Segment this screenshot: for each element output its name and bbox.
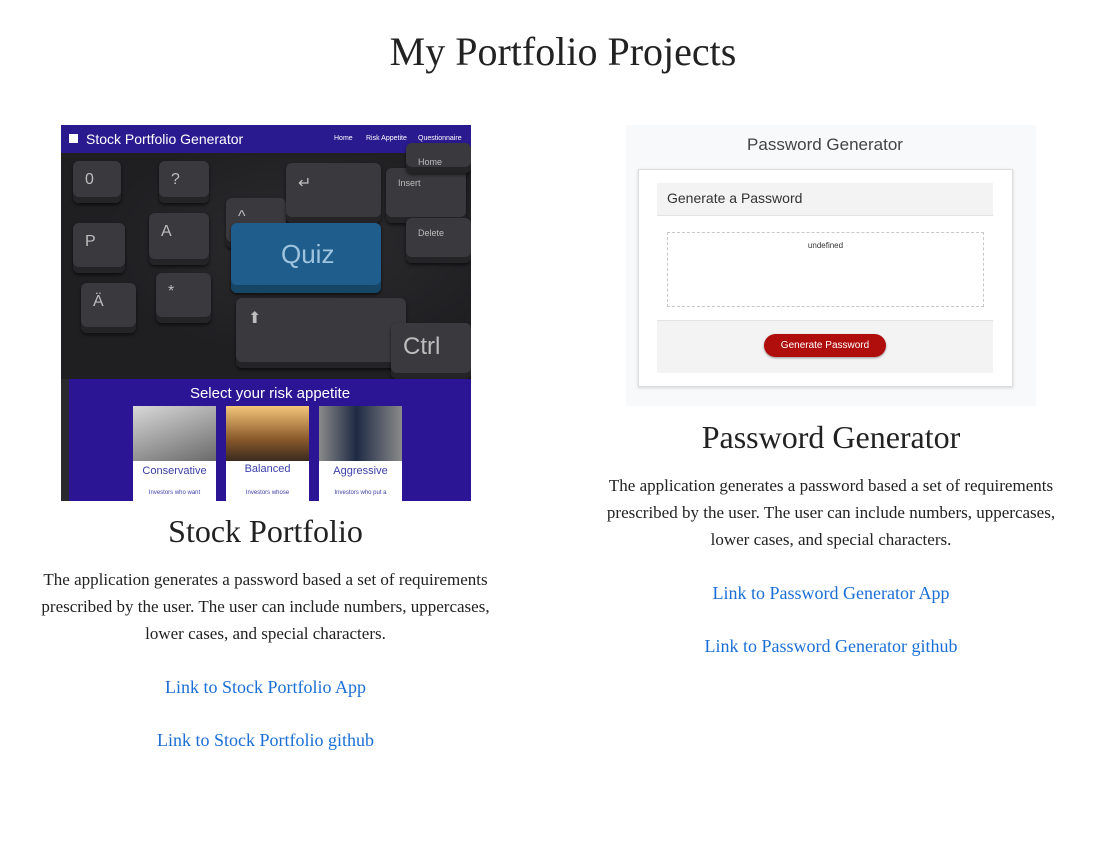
key: 0 bbox=[73, 161, 121, 203]
key: P bbox=[73, 223, 125, 273]
key: Delete bbox=[406, 218, 471, 263]
risk-card-balanced: Balanced Investors whose bbox=[226, 406, 309, 501]
generate-password-button: Generate Password bbox=[764, 334, 886, 357]
key: Insert bbox=[386, 168, 466, 223]
project-title: Password Generator bbox=[701, 419, 961, 455]
pw-card-footer: Generate Password bbox=[657, 320, 993, 373]
quiz-key: Quiz bbox=[231, 223, 381, 293]
stock-portfolio-github-link[interactable]: Link to Stock Portfolio github bbox=[28, 729, 503, 751]
stock-portfolio-app-link[interactable]: Link to Stock Portfolio App bbox=[28, 676, 503, 698]
stones-image bbox=[226, 406, 309, 461]
password-generator-project: Password Generator The application gener… bbox=[593, 417, 1069, 657]
stock-logo-icon bbox=[69, 134, 78, 143]
risk-title: Select your risk appetite bbox=[189, 385, 351, 402]
key: ⬆ bbox=[236, 298, 406, 368]
key: A bbox=[149, 213, 209, 265]
risk-card-aggressive: Aggressive Investors who put a bbox=[319, 406, 402, 501]
project-title: Stock Portfolio bbox=[168, 513, 363, 549]
password-generator-app-link[interactable]: Link to Password Generator App bbox=[593, 582, 1069, 604]
key: Ctrl bbox=[391, 323, 471, 379]
keyboard-image: 0 ? P A ^ ↵ Quiz Insert Home Delete Ä * … bbox=[61, 143, 471, 379]
key: Home bbox=[406, 143, 471, 173]
risk-section: Select your risk appetite Conservative I… bbox=[69, 379, 471, 501]
key: ? bbox=[159, 161, 209, 203]
pw-card-header: Generate a Password bbox=[657, 183, 993, 216]
calculator-image bbox=[133, 406, 216, 461]
password-generator-github-link[interactable]: Link to Password Generator github bbox=[593, 635, 1069, 657]
password-generator-screenshot[interactable]: Password Generator Generate a Password u… bbox=[626, 125, 1036, 406]
risk-card-conservative: Conservative Investors who want bbox=[133, 406, 216, 501]
key: ↵ bbox=[286, 163, 381, 223]
stock-nav-risk: Risk Appetite bbox=[366, 135, 407, 142]
stock-portfolio-project: Stock Portfolio The application generate… bbox=[28, 511, 503, 751]
stock-brand: Stock Portfolio Generator bbox=[86, 131, 244, 147]
pw-output: undefined bbox=[667, 232, 984, 307]
pw-app-title: Password Generator bbox=[747, 135, 903, 154]
stock-portfolio-screenshot[interactable]: Stock Portfolio Generator Home Risk Appe… bbox=[61, 125, 471, 501]
pw-card: Generate a Password undefined Generate P… bbox=[638, 169, 1013, 387]
key: Ä bbox=[81, 283, 136, 333]
stock-nav-home: Home bbox=[334, 135, 353, 142]
project-description: The application generates a password bas… bbox=[41, 570, 490, 643]
businessman-image bbox=[319, 406, 402, 461]
key: * bbox=[156, 273, 211, 323]
page-title: My Portfolio Projects bbox=[389, 29, 737, 74]
project-description: The application generates a password bas… bbox=[606, 476, 1056, 549]
